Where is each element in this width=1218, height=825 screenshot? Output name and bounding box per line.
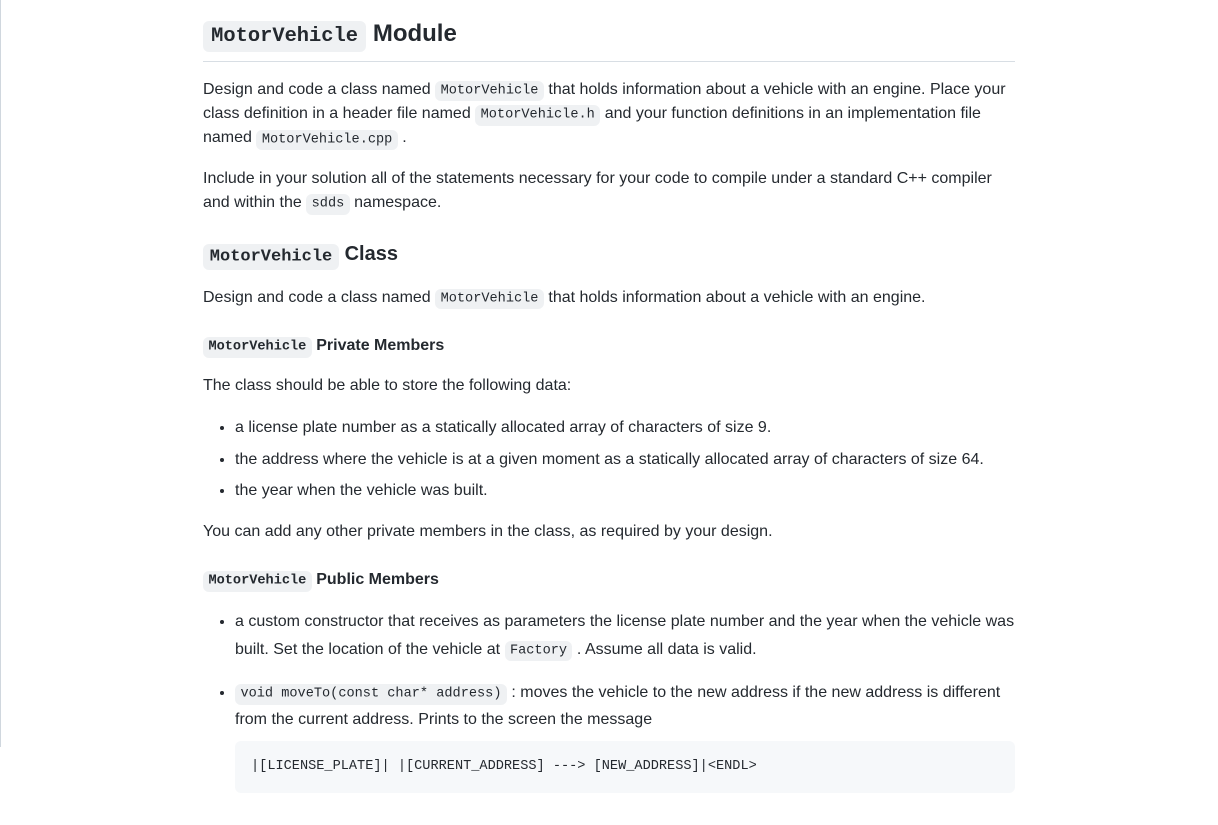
- intro-paragraph-2: Include in your solution all of the stat…: [203, 167, 1015, 215]
- code-inline: Factory: [505, 641, 573, 661]
- module-heading-text: Module: [366, 20, 457, 47]
- public-members-text: Public Members: [312, 571, 439, 588]
- text: that holds information about a vehicle w…: [544, 289, 926, 306]
- code-inline: MotorVehicle: [435, 81, 544, 101]
- text: Design and code a class named: [203, 289, 435, 306]
- list-item-paragraph: a custom constructor that receives as pa…: [235, 608, 1015, 662]
- left-border: [0, 0, 1, 747]
- class-heading: MotorVehicle Class: [203, 239, 1015, 270]
- private-members-text: Private Members: [312, 337, 445, 354]
- class-intro-paragraph: Design and code a class named MotorVehic…: [203, 286, 1015, 310]
- public-members-list: a custom constructor that receives as pa…: [203, 608, 1015, 792]
- code-inline: MotorVehicle.h: [475, 105, 600, 125]
- code-block: |[LICENSE_PLATE]| |[CURRENT_ADDRESS] ---…: [235, 741, 1015, 793]
- module-heading-code: MotorVehicle: [203, 21, 366, 52]
- module-heading: MotorVehicle Module: [203, 16, 1015, 62]
- list-item: a custom constructor that receives as pa…: [235, 608, 1015, 662]
- intro-paragraph-1: Design and code a class named MotorVehic…: [203, 78, 1015, 151]
- document-body: MotorVehicle Module Design and code a cl…: [103, 0, 1115, 825]
- list-item: the year when the vehicle was built.: [235, 477, 1015, 504]
- code-inline: MotorVehicle.cpp: [256, 130, 397, 150]
- private-members-code: MotorVehicle: [203, 337, 312, 357]
- class-heading-code: MotorVehicle: [203, 244, 339, 270]
- text: namespace.: [350, 194, 442, 211]
- private-members-list: a license plate number as a statically a…: [203, 414, 1015, 504]
- public-members-heading: MotorVehicle Public Members: [203, 568, 1015, 592]
- private-members-heading: MotorVehicle Private Members: [203, 334, 1015, 358]
- text: Design and code a class named: [203, 81, 435, 98]
- public-members-code: MotorVehicle: [203, 571, 312, 591]
- list-item: a license plate number as a statically a…: [235, 414, 1015, 441]
- code-block-content: |[LICENSE_PLATE]| |[CURRENT_ADDRESS] ---…: [251, 759, 757, 774]
- list-item: void moveTo(const char* address) : moves…: [235, 679, 1015, 793]
- code-inline: void moveTo(const char* address): [235, 684, 507, 704]
- private-members-intro: The class should be able to store the fo…: [203, 374, 1015, 398]
- list-item: the address where the vehicle is at a gi…: [235, 446, 1015, 473]
- text: . Assume all data is valid.: [572, 641, 756, 658]
- text: .: [398, 129, 407, 146]
- code-inline: sdds: [306, 194, 350, 214]
- list-item-paragraph: void moveTo(const char* address) : moves…: [235, 679, 1015, 733]
- code-inline: MotorVehicle: [435, 289, 544, 309]
- private-members-note: You can add any other private members in…: [203, 520, 1015, 544]
- class-heading-text: Class: [339, 243, 398, 265]
